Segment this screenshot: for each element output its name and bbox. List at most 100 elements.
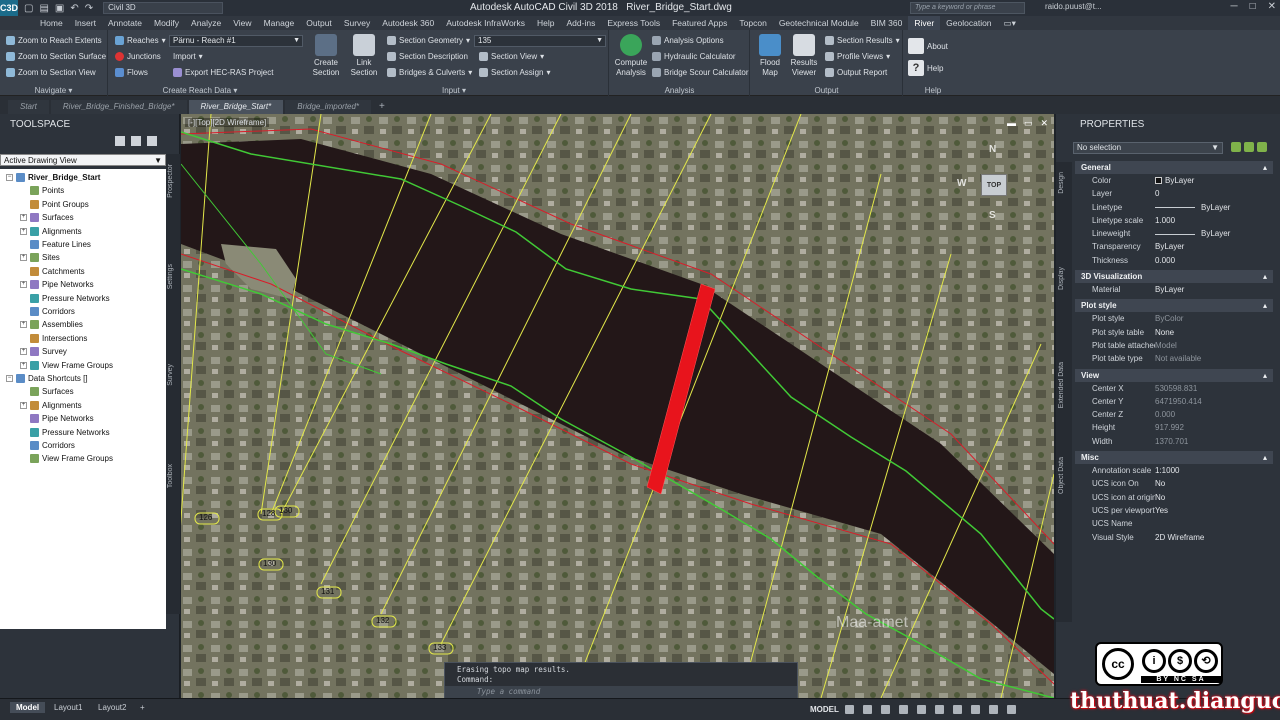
collapse-icon[interactable]: ▴ <box>1263 369 1267 382</box>
ribbon-tab[interactable]: Home <box>34 16 69 30</box>
property-row[interactable]: Annotation scale 1:1000 <box>1075 464 1273 477</box>
ribbon-tab[interactable]: View <box>227 16 257 30</box>
ribbon-tab[interactable]: Add-ins <box>561 16 602 30</box>
ribbon-tab[interactable]: Output <box>300 16 338 30</box>
new-icon[interactable]: ▢ <box>24 3 33 14</box>
zoom-section-surface-button[interactable]: Zoom to Section Surface <box>6 52 106 61</box>
ribbon-tab[interactable]: Autodesk 360 <box>376 16 440 30</box>
maximize-icon[interactable]: □ <box>1250 1 1256 12</box>
property-row[interactable]: UCS icon On No <box>1075 477 1273 490</box>
property-row[interactable]: Center Z 0.000 <box>1075 408 1273 421</box>
collapse-icon[interactable]: ▴ <box>1263 299 1267 312</box>
section-description-button[interactable]: Section Description <box>387 52 468 61</box>
expand-icon[interactable]: + <box>20 227 27 235</box>
tree-node[interactable]: + View Frame Groups <box>20 360 113 370</box>
hydraulic-calculator-button[interactable]: Hydraulic Calculator <box>652 52 736 61</box>
reaches-dropdown[interactable]: Pärnu - Reach #1 ▼ <box>169 35 303 47</box>
ribbon-tab[interactable]: Geolocation <box>940 16 997 30</box>
new-tab-icon[interactable]: + <box>373 100 391 114</box>
property-row[interactable]: Center X 530598.831 <box>1075 382 1273 395</box>
restore-icon[interactable]: ▭ <box>1024 118 1033 129</box>
expand-icon[interactable]: + <box>20 321 27 329</box>
ribbon-tab[interactable]: Annotate <box>102 16 148 30</box>
input-label[interactable]: Input ▾ <box>304 86 604 95</box>
tree-node[interactable]: Corridors <box>20 441 75 450</box>
document-tab[interactable]: River_Bridge_Finished_Bridge* <box>50 100 187 114</box>
section-geometry-button[interactable]: Section Geometry ▾ <box>387 36 470 45</box>
expand-icon[interactable]: + <box>20 281 27 289</box>
property-row[interactable]: UCS icon at origin No <box>1075 491 1273 504</box>
property-row[interactable]: Layer 0 <box>1075 187 1273 200</box>
create-section-button[interactable]: Create Section <box>309 34 343 78</box>
tree-node[interactable]: Surfaces <box>20 387 74 397</box>
polar-icon[interactable] <box>899 705 908 714</box>
property-row[interactable]: Linetype scale 1.000 <box>1075 214 1273 227</box>
compass-north[interactable]: N <box>989 144 996 155</box>
ribbon-tab[interactable]: Autodesk InfraWorks <box>440 16 531 30</box>
ribbon-tab[interactable]: Manage <box>258 16 301 30</box>
ribbon-tab[interactable]: River <box>908 16 941 30</box>
expand-icon[interactable]: + <box>20 214 27 222</box>
flows-button[interactable]: Flows <box>115 68 148 77</box>
property-row[interactable]: Linetype ByLayer <box>1075 201 1273 214</box>
ribbon-tab[interactable]: Express Tools <box>601 16 666 30</box>
toolspace-vertical-tab[interactable]: Toolbox <box>167 464 174 488</box>
quick-select-icon[interactable] <box>1257 142 1267 152</box>
zoom-section-view-button[interactable]: Zoom to Section View <box>6 68 96 77</box>
link-section-button[interactable]: Link Section <box>347 34 381 78</box>
tree-node[interactable]: + Surfaces <box>20 213 74 223</box>
tree-node[interactable]: Pressure Networks <box>20 293 110 303</box>
grid-icon[interactable] <box>845 705 854 714</box>
tree-node[interactable]: + Pipe Networks <box>20 280 94 290</box>
otrack-icon[interactable] <box>935 705 944 714</box>
tree-node[interactable]: Intersections <box>20 333 87 343</box>
close-icon[interactable]: ✕ <box>1268 1 1276 12</box>
properties-vertical-tab[interactable]: Object Data <box>1058 457 1065 494</box>
property-section-header[interactable]: Plot style ▴ <box>1075 299 1273 313</box>
tree-node[interactable]: Catchments <box>20 266 85 276</box>
collapse-icon[interactable]: ▴ <box>1263 451 1267 464</box>
bridge-scour-button[interactable]: Bridge Scour Calculator <box>652 68 748 77</box>
expand-icon[interactable]: + <box>20 348 27 356</box>
property-section-header[interactable]: General ▴ <box>1075 161 1273 174</box>
expand-icon[interactable]: + <box>20 361 27 369</box>
compass-south[interactable]: S <box>989 210 996 221</box>
tree-node[interactable]: Pressure Networks <box>20 427 110 437</box>
panel-icon[interactable] <box>131 136 141 146</box>
section-dropdown[interactable]: 135 ▼ <box>474 35 606 47</box>
help-icon[interactable] <box>147 136 157 146</box>
ribbon-tab[interactable]: Modify <box>148 16 185 30</box>
tree-node[interactable]: + Assemblies <box>20 320 83 330</box>
document-tab[interactable]: Bridge_imported* <box>285 100 372 114</box>
collapse-icon[interactable]: − <box>6 174 13 181</box>
minimize-icon[interactable]: ─ <box>1230 1 1237 12</box>
ribbon-tab[interactable]: Topcon <box>733 16 772 30</box>
layout-tab-model[interactable]: Model <box>10 702 46 713</box>
tree-node[interactable]: View Frame Groups <box>20 454 113 464</box>
output-report-button[interactable]: Output Report <box>825 68 887 77</box>
property-row[interactable]: Plot style table None <box>1075 326 1273 339</box>
collapse-icon[interactable]: ▴ <box>1263 270 1267 283</box>
property-row[interactable]: Plot table type Not available <box>1075 352 1273 365</box>
minimize-icon[interactable]: ▬ <box>1007 118 1016 129</box>
property-row[interactable]: Lineweight ByLayer <box>1075 227 1273 240</box>
section-view-button[interactable]: Section View ▾ <box>479 52 544 61</box>
tree-node[interactable]: Feature Lines <box>20 240 91 249</box>
ortho-icon[interactable] <box>881 705 890 714</box>
property-row[interactable]: Center Y 6471950.414 <box>1075 395 1273 408</box>
expand-icon[interactable]: + <box>20 401 27 409</box>
add-layout-icon[interactable]: + <box>134 702 151 713</box>
property-section-header[interactable]: Misc ▴ <box>1075 451 1273 465</box>
command-input[interactable]: Type a command <box>445 686 797 698</box>
tree-node[interactable]: − Data Shortcuts [] <box>6 374 88 383</box>
toggle-icon[interactable] <box>115 136 125 146</box>
collapse-icon[interactable]: − <box>6 375 13 382</box>
property-row[interactable]: Plot table attached...Model <box>1075 339 1273 352</box>
section-results-button[interactable]: Section Results ▾ <box>825 36 900 45</box>
property-section-header[interactable]: View ▴ <box>1075 368 1273 382</box>
property-row[interactable]: Color ByLayer <box>1075 174 1273 187</box>
property-row[interactable]: Transparency ByLayer <box>1075 240 1273 253</box>
about-button[interactable]: About <box>908 38 948 54</box>
annotation-icon[interactable] <box>971 705 980 714</box>
document-tab[interactable]: Start <box>8 100 49 114</box>
